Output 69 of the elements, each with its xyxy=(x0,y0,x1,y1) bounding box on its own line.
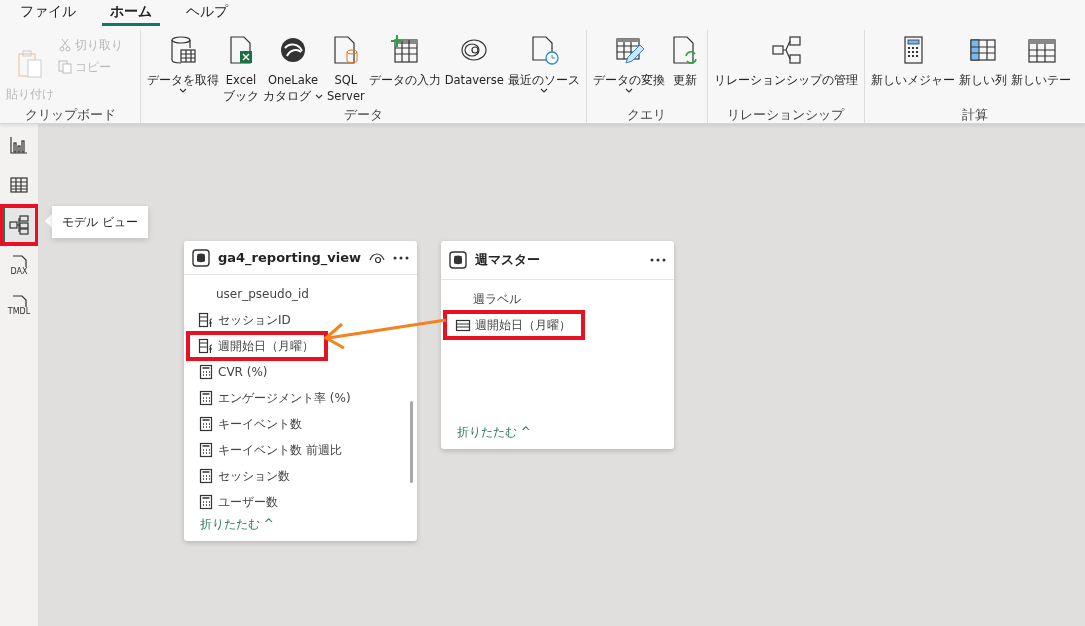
ribbon-button[interactable]: データの入力 xyxy=(366,30,443,107)
view-button[interactable]: DAX xyxy=(3,248,35,282)
menu-tab[interactable]: ファイル xyxy=(12,1,84,26)
field-row[interactable]: user_pseudo_id xyxy=(184,281,417,307)
menu-tab[interactable]: ヘルプ xyxy=(178,1,236,26)
calculator-icon xyxy=(198,468,214,484)
database-icon xyxy=(192,248,210,267)
field-row[interactable]: CVR (%) xyxy=(184,359,417,385)
copy-icon xyxy=(58,60,72,74)
group-label: 計算 xyxy=(961,107,988,123)
field-row[interactable]: 週開始日（月曜） xyxy=(445,312,583,338)
field-row[interactable]: エンゲージメント率 (%) xyxy=(184,385,417,411)
ribbon-button[interactable]: 新しいテー xyxy=(1008,30,1073,107)
view-button[interactable]: TMDL xyxy=(3,288,35,322)
relationship-icon xyxy=(769,34,802,66)
group-label: クリップボード xyxy=(24,107,116,123)
calculator-icon xyxy=(198,364,214,380)
field-row[interactable]: 週開始日（月曜） xyxy=(188,333,326,359)
field-row[interactable]: セッションID xyxy=(184,307,417,333)
column-icon xyxy=(455,317,471,333)
ribbon-button[interactable]: 新しい列 xyxy=(956,30,1009,107)
scrollbar[interactable] xyxy=(410,401,413,483)
ribbon-button[interactable]: 新しいメジャー xyxy=(868,30,957,107)
tooltip: モデル ビュー xyxy=(52,206,148,238)
ribbon-button[interactable]: データを取得 xyxy=(145,30,221,107)
database-icon xyxy=(449,251,467,269)
ribbon-button[interactable]: データの変換 xyxy=(590,30,667,107)
calculated-column-icon xyxy=(198,312,214,328)
ribbon-button[interactable]: 更新 xyxy=(666,30,703,107)
table-plus-icon xyxy=(388,34,421,66)
group-label: リレーションシップ xyxy=(727,107,845,123)
collapse-link[interactable]: 折りたたむ ^ xyxy=(200,515,274,533)
ribbon-button[interactable]: SQL Server xyxy=(325,30,367,107)
table-title: 週マスター xyxy=(475,251,541,270)
bar-chart-icon xyxy=(9,135,29,155)
caret-icon xyxy=(539,88,548,93)
eye-icon xyxy=(369,251,385,264)
ribbon-button[interactable]: 最近のソース xyxy=(505,30,582,107)
caret-icon xyxy=(315,93,323,99)
more-button[interactable] xyxy=(393,255,409,260)
calculated-column-icon xyxy=(198,338,214,354)
field-row[interactable]: 週ラベル xyxy=(441,286,674,312)
calculator-icon xyxy=(198,442,214,458)
field-row[interactable]: ユーザー数 xyxy=(184,489,417,515)
calculator-icon xyxy=(198,390,214,406)
scissors-icon xyxy=(58,38,72,52)
visibility-button[interactable] xyxy=(369,251,385,264)
ribbon-button[interactable]: リレーションシップの管理 xyxy=(711,30,860,107)
table-card[interactable]: 週マスター 週ラベル 週開始日（月曜） 折りたたむ ^ xyxy=(441,241,674,449)
ribbon-button[interactable]: Dataverse xyxy=(442,30,506,107)
group-label: クエリ xyxy=(627,107,667,123)
more-button[interactable] xyxy=(650,258,666,262)
more-icon xyxy=(650,258,666,262)
table-title: ga4_reporting_view xyxy=(218,248,361,268)
ribbon-button[interactable]: Excel ブック xyxy=(221,30,261,107)
more-icon xyxy=(393,255,409,260)
caret-icon xyxy=(624,88,633,93)
group-label: データ xyxy=(343,107,383,123)
calculator-icon xyxy=(198,494,214,510)
table-icon xyxy=(9,175,29,195)
ribbon-button[interactable]: OneLake カタログ xyxy=(261,30,325,107)
collapse-link[interactable]: 折りたたむ ^ xyxy=(457,423,531,441)
model-icon xyxy=(9,215,29,235)
caret-icon xyxy=(179,88,187,93)
field-row[interactable]: キーイベント数 前週比 xyxy=(184,437,417,463)
field-row[interactable]: セッション数 xyxy=(184,463,417,489)
calculator-icon xyxy=(198,416,214,432)
field-row[interactable]: キーイベント数 xyxy=(184,411,417,437)
table-card[interactable]: ga4_reporting_view user_pseudo_id セッションID 週開始日（月曜） CVR (%) エンゲージメント率 (%) キーイベント数 キーイベント数 前週比 セッション数 ユーザー数 折りたたむ ^ xyxy=(184,241,417,541)
